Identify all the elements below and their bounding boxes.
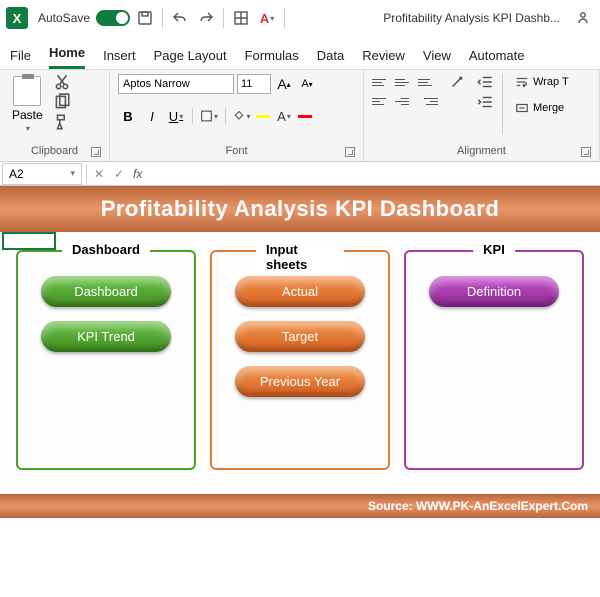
tab-view[interactable]: View [423,42,451,69]
cancel-formula-icon[interactable]: ✕ [89,167,109,181]
panel-title: KPI [473,242,515,257]
font-color-button[interactable]: A▾ [274,106,294,126]
separator [162,8,163,28]
redo-icon[interactable] [195,7,217,29]
autosave-label: AutoSave [38,11,90,25]
save-icon[interactable] [134,7,156,29]
target-button[interactable]: Target [235,321,365,352]
panel-kpi: KPI Definition [404,250,584,470]
format-painter-icon[interactable] [53,114,71,130]
excel-icon [6,7,28,29]
chevron-down-icon: ▾ [26,124,30,133]
dashboard-button[interactable]: Dashboard [41,276,171,307]
font-group-label: Font [225,145,247,157]
actual-button[interactable]: Actual [235,276,365,307]
copy-icon[interactable] [53,94,71,110]
selected-cell[interactable] [2,232,56,250]
ribbon: Paste ▾ Clipboard A▴ A▾ B I U▾ [0,70,600,162]
enter-formula-icon[interactable]: ✓ [109,167,129,181]
tab-page-layout[interactable]: Page Layout [154,42,227,69]
dialog-launcher-icon[interactable] [345,147,355,157]
dialog-launcher-icon[interactable] [91,147,101,157]
worksheet[interactable]: Profitability Analysis KPI Dashboard Das… [0,186,600,518]
orientation-button[interactable] [448,74,466,90]
paste-button[interactable]: Paste ▾ [8,74,47,135]
group-alignment: Wrap T Merge Alignment [364,70,600,161]
clipboard-group-label: Clipboard [31,145,78,157]
separator [284,8,285,28]
tab-insert[interactable]: Insert [103,42,136,69]
grow-font-button[interactable]: A▴ [274,74,294,94]
tab-data[interactable]: Data [317,42,344,69]
dashboard-title: Profitability Analysis KPI Dashboard [0,186,600,232]
separator [502,74,503,134]
align-left-button[interactable] [372,93,392,109]
align-center-button[interactable] [395,93,415,109]
source-label: Source: WWW.PK-AnExcelExpert.Com [0,494,600,518]
formula-bar: A2▾ ✕ ✓ fx [0,162,600,186]
align-right-button[interactable] [418,93,438,109]
align-bottom-button[interactable] [418,74,438,90]
group-clipboard: Paste ▾ Clipboard [0,70,110,161]
panel-input-sheets: Input sheets Actual Target Previous Year [210,250,390,470]
panel-dashboard: Dashboard Dashboard KPI Trend [16,250,196,470]
fill-color-swatch [256,115,270,118]
separator [225,108,226,124]
font-name-select[interactable] [118,74,234,94]
group-font: A▴ A▾ B I U▾ ▾ ▾ A▾ Font [110,70,364,161]
italic-button[interactable]: I [142,106,162,126]
separator [223,8,224,28]
kpi-trend-button[interactable]: KPI Trend [41,321,171,352]
decrease-indent-button[interactable] [476,74,494,90]
borders-icon[interactable] [230,7,252,29]
panel-title: Dashboard [62,242,150,257]
share-icon[interactable] [572,7,594,29]
tab-home[interactable]: Home [49,39,85,69]
cut-icon[interactable] [53,74,71,90]
fx-label[interactable]: fx [129,167,146,181]
paste-icon [13,76,41,106]
font-color-qat-icon[interactable]: A▾ [256,7,278,29]
previous-year-button[interactable]: Previous Year [235,366,365,397]
borders-button[interactable]: ▾ [199,106,219,126]
alignment-group-label: Alignment [457,145,506,157]
undo-icon[interactable] [169,7,191,29]
wrap-text-button[interactable]: Wrap T [511,74,573,90]
separator [192,108,193,124]
ribbon-tabs: File Home Insert Page Layout Formulas Da… [0,36,600,70]
bold-button[interactable]: B [118,106,138,126]
dashboard-graphic: Profitability Analysis KPI Dashboard Das… [0,186,600,518]
align-top-button[interactable] [372,74,392,90]
tab-file[interactable]: File [10,42,31,69]
tab-review[interactable]: Review [362,42,405,69]
dialog-launcher-icon[interactable] [581,147,591,157]
title-bar: AutoSave A▾ Profitability Analysis KPI D… [0,0,600,36]
underline-button[interactable]: U▾ [166,106,186,126]
font-color-swatch [298,115,312,118]
separator [86,165,87,183]
filename[interactable]: Profitability Analysis KPI Dashb... [383,11,560,25]
name-box[interactable]: A2▾ [2,163,82,185]
panel-title: Input sheets [256,242,344,272]
tab-formulas[interactable]: Formulas [245,42,299,69]
shrink-font-button[interactable]: A▾ [297,74,317,94]
autosave-toggle[interactable] [96,10,130,26]
merge-button[interactable]: Merge [511,100,573,116]
tab-automate[interactable]: Automate [469,42,525,69]
paste-label: Paste [12,108,43,122]
align-middle-button[interactable] [395,74,415,90]
definition-button[interactable]: Definition [429,276,559,307]
formula-input[interactable] [146,163,600,185]
font-size-select[interactable] [237,74,271,94]
fill-color-button[interactable]: ▾ [232,106,252,126]
increase-indent-button[interactable] [476,94,494,110]
